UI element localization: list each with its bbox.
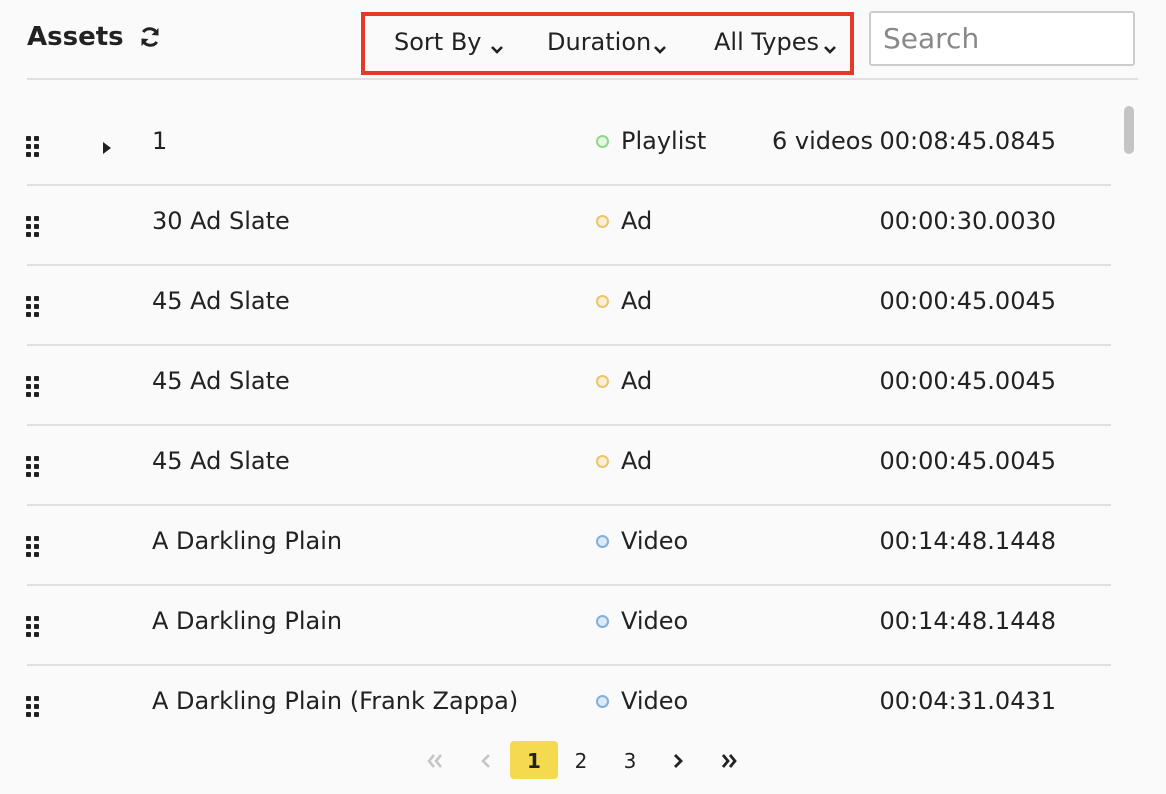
chevron-right-icon <box>674 753 683 768</box>
asset-type-label: Ad <box>621 287 653 315</box>
chevron-down-icon <box>823 35 837 54</box>
scrollbar-thumb[interactable] <box>1124 106 1134 154</box>
sort-by-label: Sort By <box>394 28 482 56</box>
asset-count: 6 videos <box>772 127 873 155</box>
duration-dropdown[interactable]: Duration <box>547 28 667 56</box>
filter-bar: Sort By Duration All Types <box>361 12 854 75</box>
page-3-button[interactable]: 3 <box>617 741 643 779</box>
page-title: Assets <box>27 22 124 52</box>
asset-name: 45 Ad Slate <box>152 287 290 315</box>
page-1-button[interactable]: 1 <box>510 741 558 779</box>
asset-type-label: Playlist <box>621 127 707 155</box>
type-status-dot <box>596 694 609 708</box>
header-divider <box>27 78 1138 80</box>
asset-duration: 00:14:48.1448 <box>879 607 1057 635</box>
expand-caret-icon[interactable] <box>101 140 113 154</box>
search-input[interactable] <box>869 11 1135 66</box>
asset-name: 45 Ad Slate <box>152 367 290 395</box>
last-page-button[interactable] <box>714 741 744 779</box>
drag-handle-icon[interactable] <box>26 216 46 238</box>
asset-type: Video <box>596 687 688 715</box>
first-page-button[interactable] <box>420 741 450 779</box>
chevron-down-icon <box>653 35 667 54</box>
asset-name: A Darkling Plain (Frank Zappa) <box>152 687 519 715</box>
page-title-group: Assets <box>27 22 162 52</box>
type-status-dot <box>596 454 609 468</box>
asset-name: 30 Ad Slate <box>152 207 290 235</box>
duration-label: Duration <box>547 28 652 56</box>
asset-duration: 00:00:45.0045 <box>879 447 1057 475</box>
type-status-dot <box>596 614 609 628</box>
asset-duration: 00:04:31.0431 <box>879 687 1057 715</box>
type-status-dot <box>596 534 609 548</box>
asset-duration: 00:00:45.0045 <box>879 287 1057 315</box>
type-status-dot <box>596 134 609 148</box>
asset-type: Ad <box>596 367 652 395</box>
asset-row[interactable]: A Darkling Plain (Frank Zappa) Video 00:04… <box>0 665 1111 745</box>
next-page-button[interactable] <box>666 741 690 779</box>
asset-name: 45 Ad Slate <box>152 447 290 475</box>
asset-row[interactable]: 45 Ad Slate Ad 00:00:45.0045 <box>0 425 1111 506</box>
sort-by-dropdown[interactable]: Sort By <box>394 28 504 56</box>
type-status-dot <box>596 374 609 388</box>
drag-handle-icon[interactable] <box>26 536 46 558</box>
asset-type-label: Video <box>621 607 689 635</box>
header: Assets Sort By Duration All Types <box>0 0 1166 80</box>
asset-type: Ad <box>596 287 652 315</box>
asset-type-label: Ad <box>621 207 653 235</box>
page-2-button[interactable]: 2 <box>568 741 594 779</box>
asset-name: A Darkling Plain <box>152 607 343 635</box>
asset-type-label: Video <box>621 687 689 715</box>
asset-duration: 00:14:48.1448 <box>879 527 1057 555</box>
drag-handle-icon[interactable] <box>26 136 46 158</box>
asset-row[interactable]: A Darkling Plain Video 00:14:48.1448 <box>0 505 1111 586</box>
pagination: 1 2 3 <box>0 741 1166 781</box>
asset-type: Ad <box>596 207 652 235</box>
prev-page-button[interactable] <box>474 741 498 779</box>
type-status-dot <box>596 214 609 228</box>
asset-type-label: Video <box>621 527 689 555</box>
asset-name: 1 <box>152 127 168 155</box>
asset-type: Playlist <box>596 127 706 155</box>
asset-row[interactable]: 45 Ad Slate Ad 00:00:45.0045 <box>0 265 1111 346</box>
asset-duration: 00:08:45.0845 <box>879 127 1057 155</box>
asset-type-label: Ad <box>621 447 653 475</box>
chevron-left-icon <box>481 753 490 768</box>
all-types-dropdown[interactable]: All Types <box>714 28 837 56</box>
drag-handle-icon[interactable] <box>26 376 46 398</box>
asset-type: Ad <box>596 447 652 475</box>
drag-handle-icon[interactable] <box>26 456 46 478</box>
double-chevron-left-icon <box>427 753 442 768</box>
double-chevron-right-icon <box>721 753 737 768</box>
all-types-label: All Types <box>714 28 820 56</box>
asset-row[interactable]: 30 Ad Slate Ad 00:00:30.0030 <box>0 185 1111 266</box>
drag-handle-icon[interactable] <box>26 616 46 638</box>
type-status-dot <box>596 294 609 308</box>
drag-handle-icon[interactable] <box>26 296 46 318</box>
drag-handle-icon[interactable] <box>26 696 46 718</box>
refresh-icon[interactable] <box>138 25 162 49</box>
asset-type: Video <box>596 527 688 555</box>
asset-type: Video <box>596 607 688 635</box>
asset-type-label: Ad <box>621 367 653 395</box>
asset-row[interactable]: 1 Playlist 6 videos 00:08:45.0845 <box>0 105 1111 186</box>
asset-row[interactable]: 45 Ad Slate Ad 00:00:45.0045 <box>0 345 1111 426</box>
asset-name: A Darkling Plain <box>152 527 343 555</box>
asset-row[interactable]: A Darkling Plain Video 00:14:48.1448 <box>0 585 1111 666</box>
chevron-down-icon <box>490 35 504 54</box>
asset-duration: 00:00:45.0045 <box>879 367 1057 395</box>
asset-duration: 00:00:30.0030 <box>879 207 1057 235</box>
